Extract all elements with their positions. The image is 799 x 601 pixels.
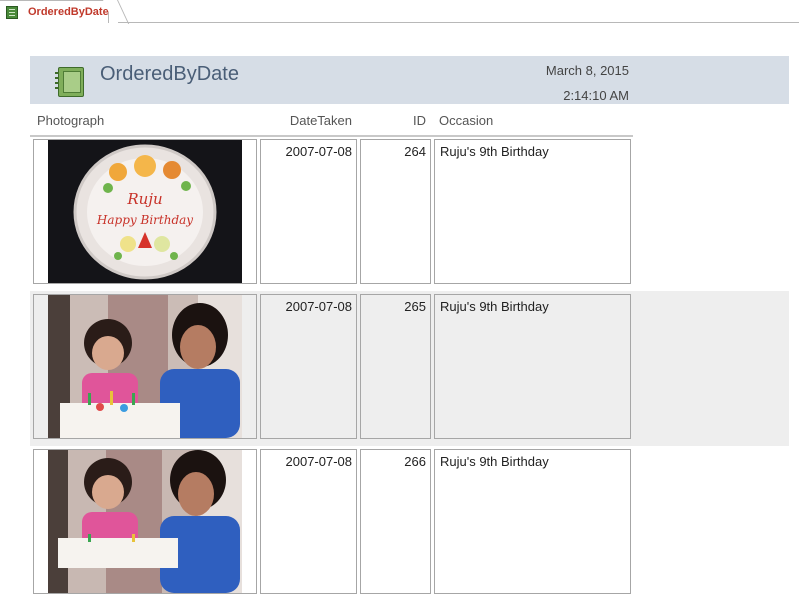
column-header-datetaken: DateTaken [289,113,352,128]
photograph-cell[interactable] [33,294,257,439]
report-tab-label: OrderedByDate [28,6,109,18]
report-date: March 8, 2015 [545,63,629,78]
column-header-occasion: Occasion [439,113,494,128]
report-title: OrderedByDate [100,63,239,85]
table-row[interactable]: Ruju Happy Birthday 2007-07-08 264 Ruju'… [30,136,789,291]
id-cell[interactable]: 264 [360,139,431,284]
photograph-cell[interactable]: Ruju Happy Birthday [33,139,257,284]
datetaken-cell[interactable]: 2007-07-08 [260,449,357,594]
document-tab-strip: OrderedByDate [0,0,799,24]
column-header-photograph: Photograph [37,113,105,128]
tab-strip-divider [118,22,799,23]
report-time: 2:14:10 AM [563,88,629,103]
report-document-tab[interactable]: OrderedByDate [0,0,109,23]
report-icon [55,67,84,97]
datetaken-cell[interactable]: 2007-07-08 [260,139,357,284]
column-header-id: ID [413,113,426,128]
children-with-cake-photo [48,295,242,438]
id-cell[interactable]: 265 [360,294,431,439]
table-row[interactable]: 2007-07-08 265 Ruju's 9th Birthday [30,291,789,446]
occasion-cell[interactable]: Ruju's 9th Birthday [434,449,631,594]
photograph-cell[interactable] [33,449,257,594]
svg-text:Ruju: Ruju [126,190,162,208]
occasion-cell[interactable]: Ruju's 9th Birthday [434,139,631,284]
occasion-cell[interactable]: Ruju's 9th Birthday [434,294,631,439]
datetaken-cell[interactable]: 2007-07-08 [260,294,357,439]
id-cell[interactable]: 266 [360,449,431,594]
report-icon [6,6,18,19]
children-with-cake-photo [48,450,242,593]
table-row[interactable]: 2007-07-08 266 Ruju's 9th Birthday [30,446,789,601]
svg-text:Happy Birthday: Happy Birthday [96,213,193,227]
birthday-cake-photo: Ruju Happy Birthday [48,140,242,283]
